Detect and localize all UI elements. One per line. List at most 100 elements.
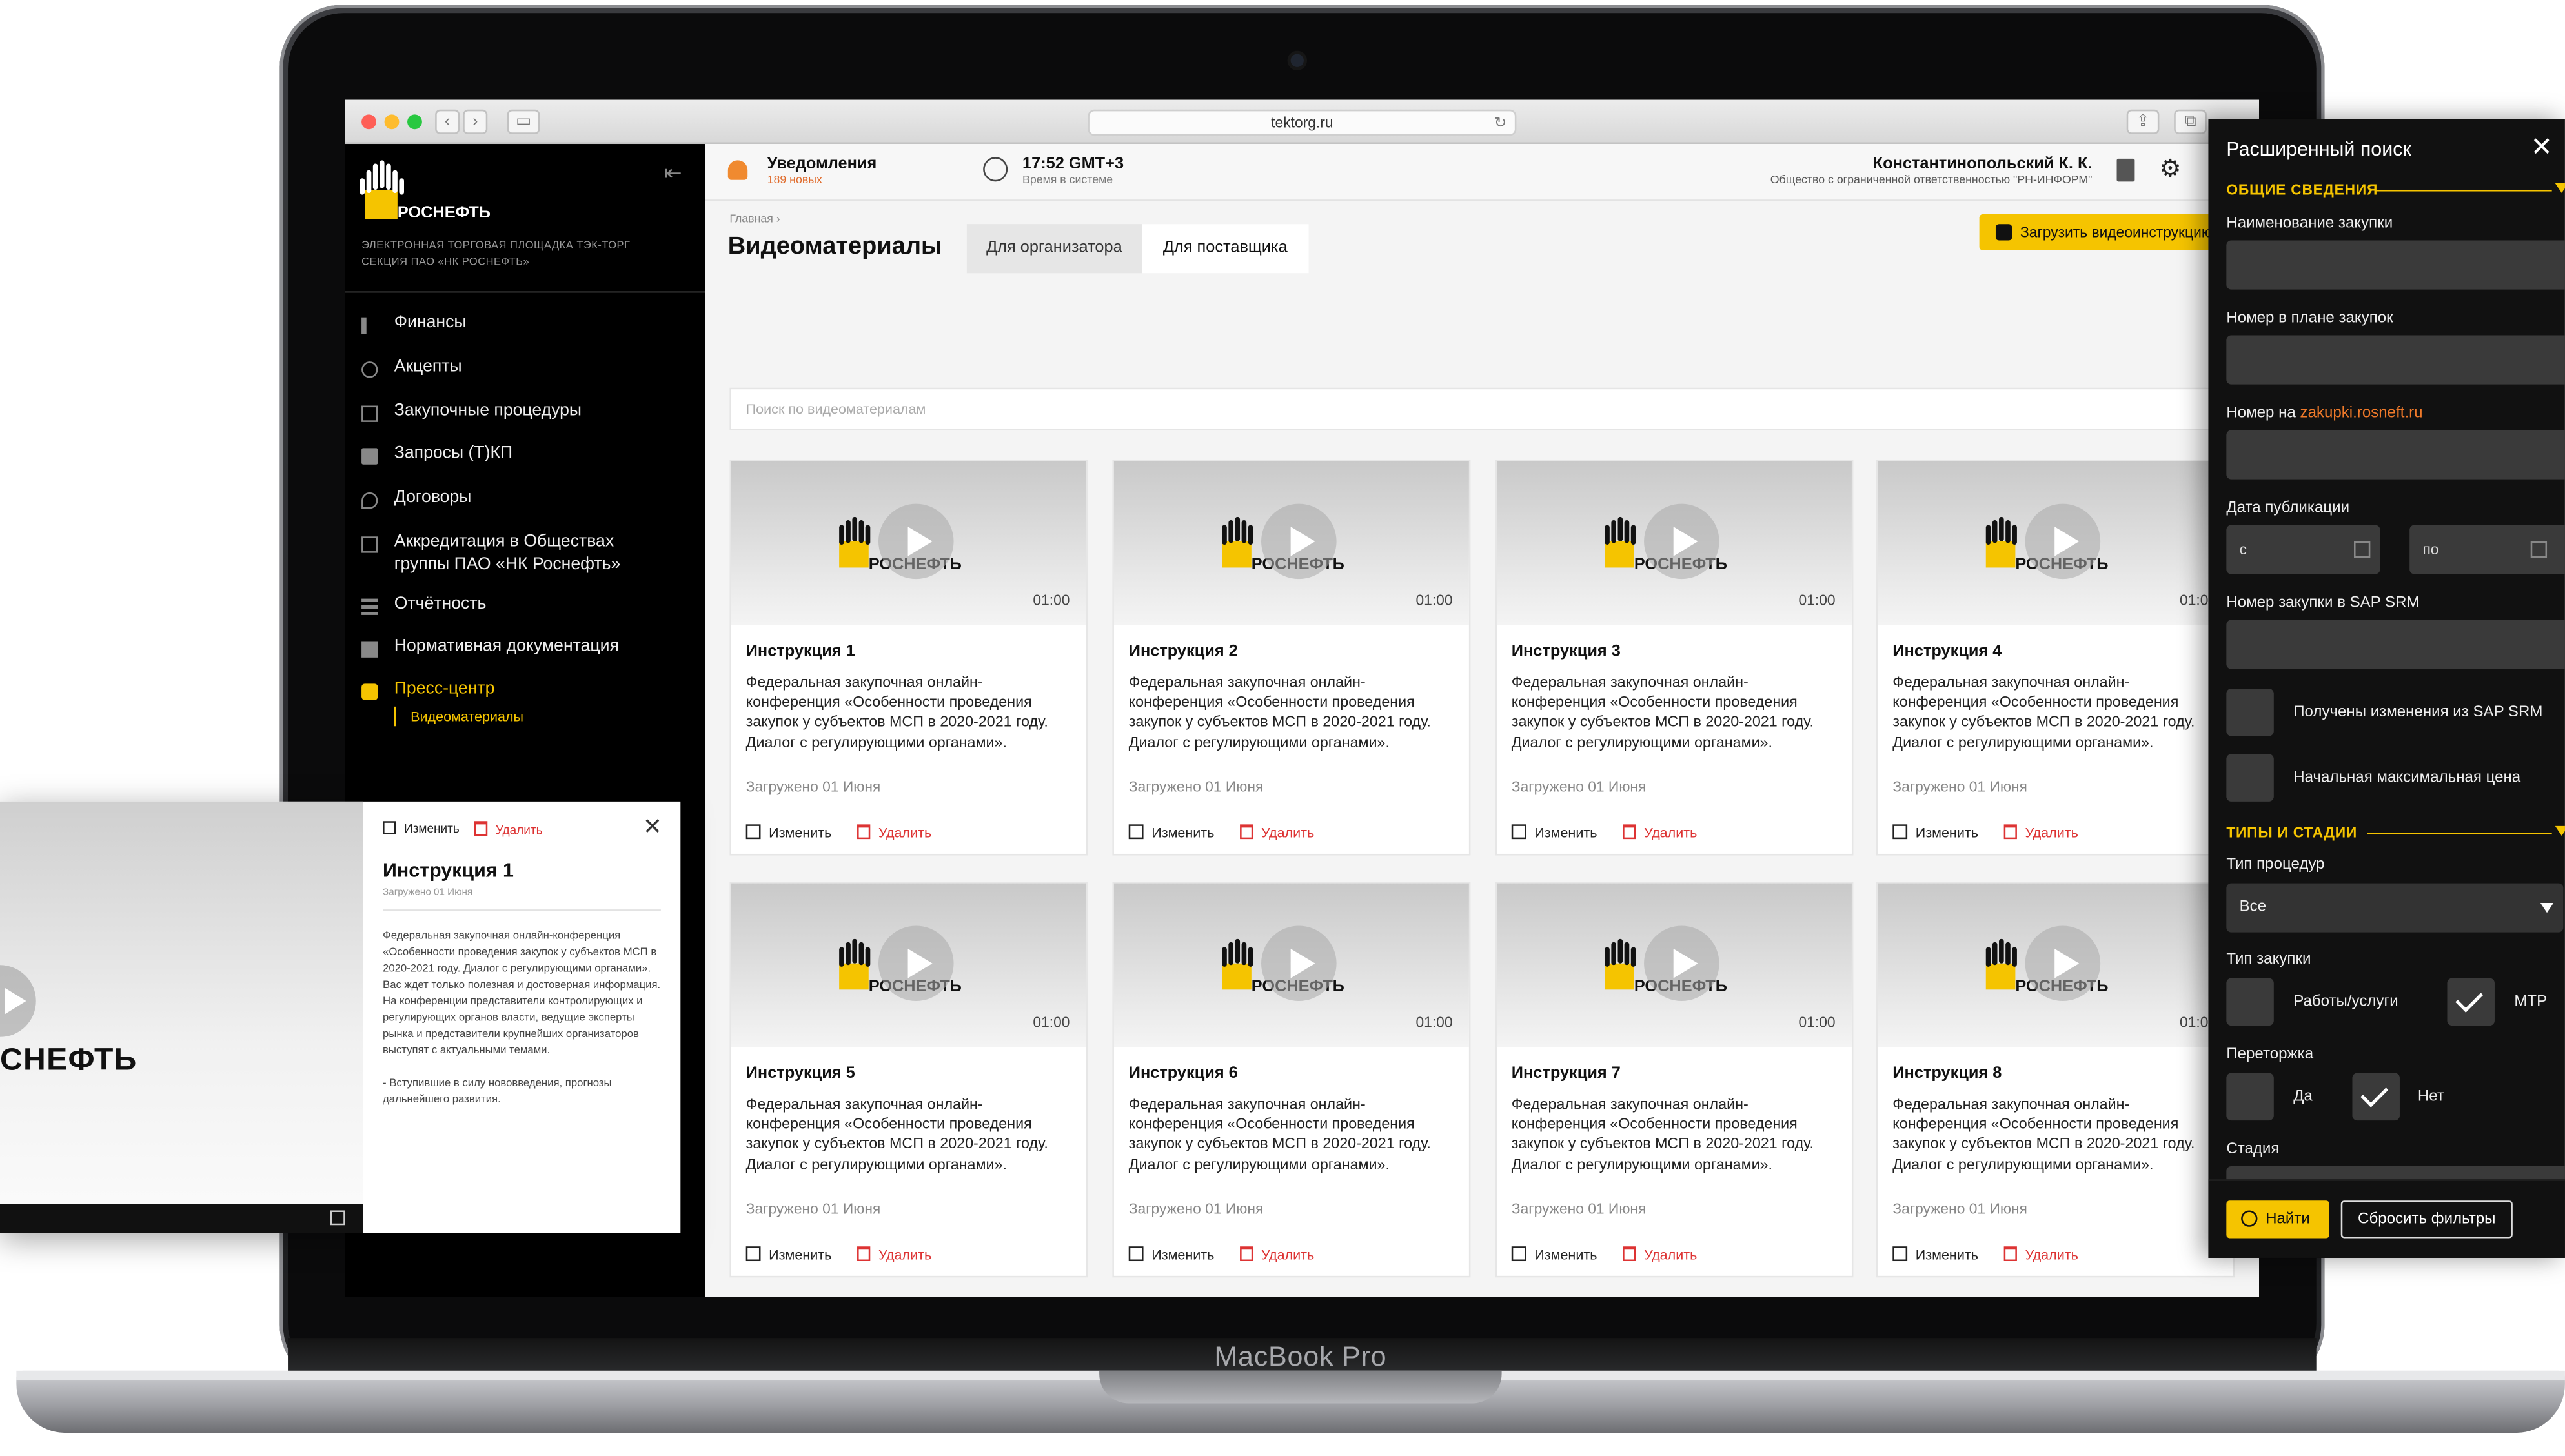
logout-icon[interactable] [2116, 158, 2135, 182]
video-title[interactable]: Инструкция 2 [1129, 643, 1238, 661]
edit-button[interactable]: Изменить [1511, 1246, 1597, 1263]
video-card[interactable]: РОСНЕФТЬ01:00 Инструкция 8 Федеральная зак… [1876, 882, 2235, 1278]
close-window-button[interactable] [361, 114, 376, 130]
bell-icon[interactable] [727, 160, 748, 180]
sidebar-item-accreditation[interactable]: Аккредитация в Обществах группы ПАО «НК … [345, 530, 705, 579]
sidebar-item-contracts[interactable]: Договоры [345, 486, 705, 522]
find-button[interactable]: Найти [2226, 1200, 2329, 1239]
video-title[interactable]: Инструкция 7 [1512, 1065, 1621, 1083]
max-price-checkbox[interactable] [2226, 754, 2274, 802]
rebid-yes-checkbox[interactable] [2226, 1073, 2274, 1121]
minimize-window-button[interactable] [384, 114, 400, 130]
plan-number-input[interactable] [2226, 335, 2565, 385]
video-thumbnail[interactable]: РОСНЕФТЬ01:00 [1113, 883, 1469, 1047]
date-from-input[interactable]: с [2226, 525, 2380, 574]
delete-button[interactable]: Удалить [1240, 1246, 1314, 1263]
delete-button[interactable]: Удалить [857, 824, 931, 841]
zakupki-link[interactable]: zakupki.rosneft.ru [2300, 404, 2423, 422]
calendar-icon[interactable] [2530, 541, 2548, 558]
play-button[interactable] [2025, 925, 2101, 1002]
breadcrumb[interactable]: Главная › [729, 214, 780, 226]
mtr-checkbox[interactable] [2447, 978, 2495, 1026]
edit-button[interactable]: Изменить [745, 824, 831, 841]
play-button[interactable] [2025, 503, 2101, 580]
share-icon[interactable]: ⇪ [2126, 109, 2160, 134]
edit-button[interactable]: Изменить [1128, 824, 1214, 841]
edit-button[interactable]: Изменить [1892, 1246, 1978, 1263]
video-card[interactable]: РОСНЕФТЬ01:00 Инструкция 7 Федеральная зак… [1495, 882, 1854, 1278]
play-button[interactable] [1644, 925, 1719, 1002]
video-card[interactable]: РОСНЕФТЬ01:00 Инструкция 5 Федеральная зак… [729, 882, 1088, 1278]
video-thumbnail[interactable]: РОСНЕФТЬ01:00 [1113, 461, 1469, 625]
edit-button[interactable]: Изменить [745, 1246, 831, 1263]
play-button[interactable] [1261, 925, 1337, 1002]
date-to-input[interactable]: по [2409, 525, 2565, 574]
back-icon[interactable]: ‹ [435, 109, 460, 134]
video-title[interactable]: Инструкция 5 [746, 1065, 855, 1083]
modal-delete-button[interactable]: Удалить [474, 821, 543, 838]
video-player[interactable]: СНЕФТЬ [0, 801, 363, 1204]
delete-button[interactable]: Удалить [2003, 1246, 2078, 1263]
delete-button[interactable]: Удалить [1240, 824, 1314, 841]
sap-number-input[interactable] [2226, 620, 2565, 669]
stage-select[interactable] [2226, 1166, 2565, 1180]
sidebar-item-accepts[interactable]: Акцепты [345, 355, 705, 391]
video-card[interactable]: РОСНЕФТЬ01:00 Инструкция 1 Федеральная зак… [729, 460, 1088, 856]
video-card[interactable]: РОСНЕФТЬ01:00 Инструкция 3 Федеральная зак… [1495, 460, 1854, 856]
video-thumbnail[interactable]: РОСНЕФТЬ01:00 [1878, 461, 2233, 625]
sap-changes-checkbox[interactable] [2226, 688, 2274, 736]
delete-button[interactable]: Удалить [1623, 1246, 1697, 1263]
user-name[interactable]: Константинопольский К. К. [1873, 156, 2093, 174]
video-thumbnail[interactable]: РОСНЕФТЬ01:00 [1496, 883, 1852, 1047]
video-thumbnail[interactable]: РОСНЕФТЬ01:00 [1878, 883, 2233, 1047]
reset-filters-button[interactable]: Сбросить фильтры [2340, 1200, 2513, 1239]
tabs-icon[interactable]: ⧉ [2174, 109, 2207, 134]
play-button[interactable] [878, 925, 954, 1002]
maximize-window-button[interactable] [407, 114, 422, 130]
tab-supplier[interactable]: Для поставщика [1142, 224, 1309, 274]
video-thumbnail[interactable]: РОСНЕФТЬ01:00 [731, 883, 1086, 1047]
calendar-icon[interactable] [2354, 541, 2371, 558]
delete-button[interactable]: Удалить [857, 1246, 931, 1263]
edit-button[interactable]: Изменить [1128, 1246, 1214, 1263]
video-title[interactable]: Инструкция 1 [746, 643, 855, 661]
play-button[interactable] [878, 503, 954, 580]
rebid-no-checkbox[interactable] [2352, 1073, 2400, 1121]
works-services-checkbox[interactable] [2226, 978, 2274, 1026]
modal-edit-button[interactable]: Изменить [383, 821, 460, 836]
play-button[interactable] [1261, 503, 1337, 580]
video-card[interactable]: РОСНЕФТЬ01:00 Инструкция 6 Федеральная зак… [1112, 882, 1471, 1278]
video-title[interactable]: Инструкция 8 [1892, 1065, 2002, 1083]
video-card[interactable]: РОСНЕФТЬ01:00 Инструкция 2 Федеральная зак… [1112, 460, 1471, 856]
notifications-label[interactable]: Уведомления [767, 156, 877, 174]
close-icon[interactable]: ✕ [643, 813, 662, 841]
sidebar-item-finance[interactable]: Финансы [345, 311, 705, 347]
address-bar[interactable]: tektorg.ru ↻ [1088, 109, 1517, 136]
video-title[interactable]: Инструкция 6 [1129, 1065, 1238, 1083]
chevron-down-icon[interactable] [2555, 183, 2565, 194]
video-card[interactable]: РОСНЕФТЬ01:00 Инструкция 4 Федеральная зак… [1876, 460, 2235, 856]
sidebar-toggle-icon[interactable]: ▭ [507, 109, 540, 134]
delete-button[interactable]: Удалить [1623, 824, 1697, 841]
chevron-down-icon[interactable] [2555, 825, 2565, 836]
reload-icon[interactable]: ↻ [1494, 111, 1506, 136]
zakupki-number-input[interactable] [2226, 430, 2565, 480]
sidebar-item-requests[interactable]: Запросы (Т)КП [345, 441, 705, 478]
collapse-sidebar-icon[interactable]: ⇤ [664, 160, 682, 187]
procedure-type-select[interactable]: Все [2226, 883, 2564, 933]
sidebar-item-procedures[interactable]: Закупочные процедуры [345, 399, 705, 435]
sidebar-item-reports[interactable]: Отчётность [345, 592, 705, 628]
delete-button[interactable]: Удалить [2003, 824, 2078, 841]
close-icon[interactable]: ✕ [2531, 131, 2553, 164]
sidebar-subitem-videos[interactable]: Видеоматериалы [394, 706, 523, 727]
purchase-name-input[interactable] [2226, 240, 2565, 290]
edit-button[interactable]: Изменить [1511, 824, 1597, 841]
video-thumbnail[interactable]: РОСНЕФТЬ01:00 [731, 461, 1086, 625]
edit-button[interactable]: Изменить [1892, 824, 1978, 841]
play-button[interactable] [1644, 503, 1719, 580]
video-title[interactable]: Инструкция 4 [1892, 643, 2002, 661]
video-thumbnail[interactable]: РОСНЕФТЬ01:00 [1496, 461, 1852, 625]
tab-organizer[interactable]: Для организатора [966, 224, 1142, 274]
fullscreen-icon[interactable] [330, 1210, 345, 1226]
search-input[interactable]: Поиск по видеоматериалам [729, 387, 2260, 430]
